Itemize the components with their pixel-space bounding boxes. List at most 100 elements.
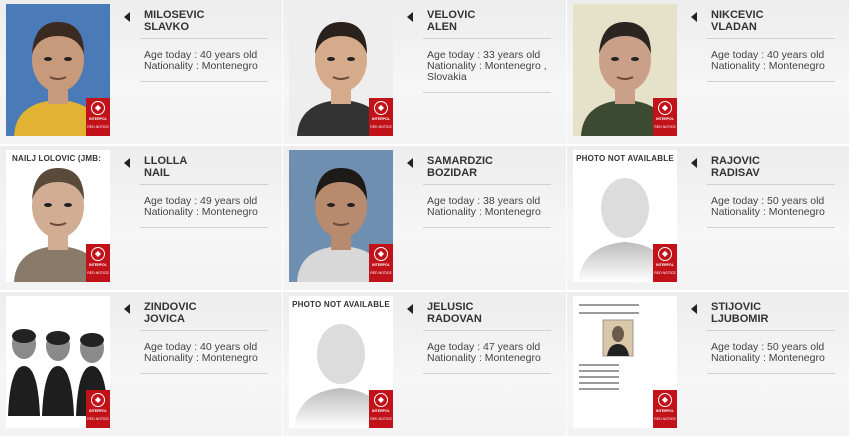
person-details: Age today : 47 years old Nationality : Mo… (427, 342, 557, 364)
person-photo[interactable]: ◆ INTERPOL RED NOTICE (573, 4, 677, 136)
person-photo[interactable]: ◆ INTERPOL RED NOTICE (289, 4, 393, 136)
person-details: Age today : 40 years old Nationality : Mo… (711, 50, 841, 72)
red-notice-badge: ◆ INTERPOL RED NOTICE (369, 244, 393, 282)
caret-left-icon[interactable] (124, 158, 130, 168)
forename: JOVICA (144, 313, 185, 325)
divider (140, 81, 268, 82)
person-name[interactable]: SAMARDZIC BOZIDAR (427, 155, 493, 179)
divider (707, 373, 835, 374)
caret-left-icon[interactable] (407, 12, 413, 22)
person-details: Age today : 40 years old Nationality : Mo… (144, 50, 274, 72)
surname: NIKCEVIC (711, 9, 764, 21)
interpol-emblem-icon: ◆ (91, 247, 105, 261)
photo-not-available-caption: PHOTO NOT AVAILABLE (292, 300, 390, 309)
wanted-person-card[interactable]: PHOTO NOT AVAILABLE ◆ INTERPOL RED NOTICE… (567, 146, 850, 292)
caret-left-icon[interactable] (407, 304, 413, 314)
interpol-emblem-icon: ◆ (374, 247, 388, 261)
person-name[interactable]: RAJOVIC RADISAV (711, 155, 760, 179)
badge-brand: INTERPOL (656, 263, 674, 267)
forename: ALEN (427, 21, 457, 33)
badge-kind: RED NOTICE (87, 125, 109, 129)
interpol-emblem-icon: ◆ (374, 101, 388, 115)
badge-brand: INTERPOL (372, 263, 390, 267)
badge-kind: RED NOTICE (654, 125, 676, 129)
forename: VLADAN (711, 21, 757, 33)
surname: STIJOVIC (711, 301, 762, 313)
person-name[interactable]: NIKCEVIC VLADAN (711, 9, 764, 33)
caret-left-icon[interactable] (124, 304, 130, 314)
wanted-person-card[interactable]: ◆ INTERPOL RED NOTICE VELOVIC ALEN Age toda… (283, 0, 567, 146)
wanted-person-card[interactable]: ◆ INTERPOL RED NOTICE MILOSEVIC SLAVKO Age … (0, 0, 283, 146)
wanted-person-card[interactable]: ◆ INTERPOL RED NOTICE SAMARDZIC BOZIDAR Age… (283, 146, 567, 292)
nationality: Nationality : Montenegro (711, 352, 825, 364)
badge-brand: INTERPOL (89, 263, 107, 267)
caret-left-icon[interactable] (691, 12, 697, 22)
person-name[interactable]: LLOLLA NAIL (144, 155, 187, 179)
badge-kind: RED NOTICE (654, 417, 676, 421)
nationality: Nationality : Montenegro (144, 60, 258, 72)
badge-kind: RED NOTICE (87, 271, 109, 275)
photo-placeholder[interactable]: PHOTO NOT AVAILABLE ◆ INTERPOL RED NOTICE (289, 296, 393, 428)
red-notice-badge: ◆ INTERPOL RED NOTICE (86, 98, 110, 136)
person-details: Age today : 33 years old Nationality : Mo… (427, 50, 557, 83)
nationality: Nationality : Montenegro (711, 206, 825, 218)
divider (423, 184, 551, 185)
forename: NAIL (144, 167, 170, 179)
surname: VELOVIC (427, 9, 476, 21)
surname: SAMARDZIC (427, 155, 493, 167)
surname: JELUSIC (427, 301, 474, 313)
wanted-persons-grid: ◆ INTERPOL RED NOTICE MILOSEVIC SLAVKO Age … (0, 0, 850, 438)
badge-kind: RED NOTICE (370, 417, 392, 421)
person-name[interactable]: ZINDOVIC JOVICA (144, 301, 197, 325)
nationality: Nationality : Montenegro , Slovakia (427, 60, 547, 83)
wanted-person-card[interactable]: ◆ INTERPOL RED NOTICE ZINDOVIC JOVICA Age t… (0, 292, 283, 438)
surname: RAJOVIC (711, 155, 760, 167)
forename: LJUBOMIR (711, 313, 769, 325)
badge-brand: INTERPOL (656, 409, 674, 413)
red-notice-badge: ◆ INTERPOL RED NOTICE (653, 98, 677, 136)
person-lineup-photo[interactable]: ◆ INTERPOL RED NOTICE (6, 296, 110, 428)
badge-kind: RED NOTICE (87, 417, 109, 421)
caret-left-icon[interactable] (124, 12, 130, 22)
interpol-emblem-icon: ◆ (374, 393, 388, 407)
divider (707, 227, 835, 228)
photo-inscription: NAILJ LOLOVIC (JMB: (12, 154, 102, 163)
badge-brand: INTERPOL (372, 409, 390, 413)
interpol-emblem-icon: ◆ (91, 393, 105, 407)
divider (140, 38, 268, 39)
nationality: Nationality : Montenegro (144, 352, 258, 364)
photo-placeholder[interactable]: PHOTO NOT AVAILABLE ◆ INTERPOL RED NOTICE (573, 150, 677, 282)
caret-left-icon[interactable] (691, 304, 697, 314)
forename: RADOVAN (427, 313, 482, 325)
nationality: Nationality : Montenegro (711, 60, 825, 72)
divider (707, 38, 835, 39)
interpol-emblem-icon: ◆ (658, 393, 672, 407)
wanted-person-card[interactable]: NAILJ LOLOVIC (JMB: ◆ INTERPOL RED NOTICE… (0, 146, 283, 292)
caret-left-icon[interactable] (407, 158, 413, 168)
divider (423, 227, 551, 228)
person-name[interactable]: VELOVIC ALEN (427, 9, 475, 33)
wanted-person-card[interactable]: ◆ INTERPOL RED NOTICE NIKCEVIC VLADAN Age t… (567, 0, 850, 146)
person-photo[interactable]: ◆ INTERPOL RED NOTICE (6, 4, 110, 136)
divider (140, 227, 268, 228)
photo-not-available-caption: PHOTO NOT AVAILABLE (576, 154, 674, 163)
forename: BOZIDAR (427, 167, 478, 179)
person-photo[interactable]: NAILJ LOLOVIC (JMB: ◆ INTERPOL RED NOTICE (6, 150, 110, 282)
surname: MILOSEVIC (144, 9, 205, 21)
wanted-person-card[interactable]: ◆ INTERPOL RED NOTICE STIJOVIC LJUBOMIR Age… (567, 292, 850, 438)
forename: SLAVKO (144, 21, 190, 33)
person-document-photo[interactable]: ◆ INTERPOL RED NOTICE (573, 296, 677, 428)
divider (423, 373, 551, 374)
person-details: Age today : 38 years old Nationality : Mo… (427, 196, 557, 218)
person-name[interactable]: STIJOVIC LJUBOMIR (711, 301, 768, 325)
wanted-person-card[interactable]: PHOTO NOT AVAILABLE ◆ INTERPOL RED NOTICE… (283, 292, 567, 438)
interpol-emblem-icon: ◆ (658, 247, 672, 261)
person-name[interactable]: JELUSIC RADOVAN (427, 301, 482, 325)
caret-left-icon[interactable] (691, 158, 697, 168)
red-notice-badge: ◆ INTERPOL RED NOTICE (369, 98, 393, 136)
nationality: Nationality : Montenegro (427, 206, 541, 218)
forename: RADISAV (711, 167, 760, 179)
divider (707, 184, 835, 185)
person-name[interactable]: MILOSEVIC SLAVKO (144, 9, 205, 33)
person-photo[interactable]: ◆ INTERPOL RED NOTICE (289, 150, 393, 282)
